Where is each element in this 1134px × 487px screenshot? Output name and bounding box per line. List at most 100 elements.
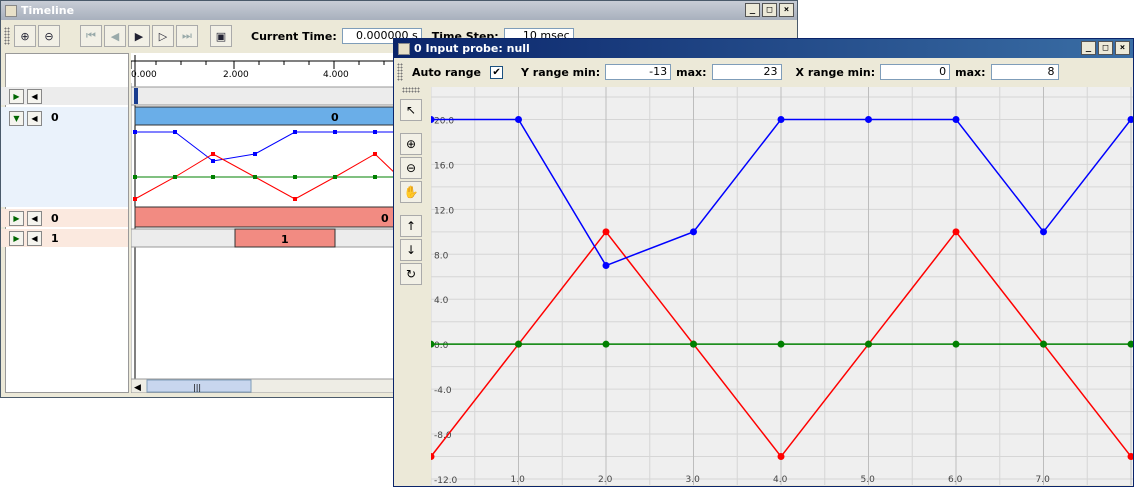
x-range-min-label: X range min: [795,65,876,79]
track-row-header: ▶ ◀ [1,87,128,105]
track-bar-0[interactable] [134,106,399,126]
data-point [777,340,785,348]
data-point [777,453,785,461]
minimize-button[interactable]: _ [745,3,760,17]
data-point [952,228,960,236]
y-tick-label: 4.0 [434,296,449,306]
data-point [952,340,960,348]
pan-hand-icon[interactable]: ✋ [400,181,422,203]
x-tick-label: 4.0 [773,475,788,485]
data-point [777,115,785,123]
rewind-start-icon[interactable]: ⏮ [80,25,102,47]
data-point [952,115,960,123]
x-tick-label: 5.0 [861,475,876,485]
playhead-marker[interactable] [134,88,138,104]
data-point [602,340,610,348]
auto-range-checkbox[interactable]: ✔ [490,65,504,79]
data-point [1040,228,1047,236]
track-row-probe-1: ▶ ◀ 1 [1,229,128,247]
svg-text:|||: ||| [193,383,201,392]
probe-plot[interactable]: 20.016.012.08.04.00.0-4.0-8.0-12.0 1.0 2.0… [431,87,1133,485]
java-icon [398,42,410,55]
x-tick-label: 1.0 [511,475,526,485]
track-bar-label: 0 [331,111,339,124]
ruler-tick-label: 4.000 [323,70,349,80]
x-range-min-field[interactable]: 0 [880,64,951,80]
data-point [1040,340,1047,348]
x-max-field[interactable]: 8 [990,64,1059,80]
y-tick-label: 8.0 [434,251,449,261]
close-button[interactable]: × [1115,41,1130,55]
y-range-min-field[interactable]: -13 [605,64,672,80]
probe-titlebar[interactable]: 0 Input probe: null _ □ × [394,39,1133,58]
move-down-icon[interactable]: ↓ [400,239,422,261]
timeline-title: Timeline [21,4,75,17]
data-point [602,262,610,270]
y-tick-label: 20.0 [434,116,454,126]
probe-side-toolbar: ↖ ⊕ ⊖ ✋ ↑ ↓ ↻ [394,85,430,485]
play-icon[interactable]: ▶ [128,25,150,47]
probe-window: 0 Input probe: null _ □ × Auto range ✔ Y… [393,38,1134,487]
data-point [690,340,697,348]
plot-background [431,87,1133,485]
y-tick-label: 16.0 [434,161,454,171]
maximize-button[interactable]: □ [762,3,777,17]
current-time-label: Current Time: [251,29,337,43]
timeline-titlebar[interactable]: Timeline _ □ × [1,1,797,20]
probe-bar-label: 0 [381,212,389,225]
select-arrow-icon[interactable]: ↖ [400,99,422,121]
data-point [865,115,872,123]
expand-icon[interactable]: ▶ [9,230,24,246]
expand-icon[interactable]: ▶ [9,88,24,104]
x-max-label: max: [955,65,986,79]
collapse-icon[interactable]: ▼ [9,111,24,126]
data-point [602,228,610,236]
data-point [515,340,522,348]
y-tick-label: 0.0 [434,341,449,351]
speaker-icon[interactable]: ◀ [27,230,42,246]
probe-bar-0[interactable] [134,206,399,228]
zoom-in-icon[interactable]: ⊕ [14,25,36,47]
probe-toolbar: Auto range ✔ Y range min: -13 max: 23 X … [394,61,1133,83]
track-row-0: ▼ ◀ 0 [1,107,128,207]
time-ruler[interactable]: 0.000 2.000 4.000 [131,53,399,83]
probe-bar-label: 1 [281,233,289,246]
move-up-icon[interactable]: ↑ [400,215,422,237]
zoom-out-icon[interactable]: ⊖ [38,25,60,47]
save-icon[interactable]: ▣ [210,25,232,47]
fast-forward-icon[interactable]: ⏭ [176,25,198,47]
auto-range-label: Auto range [412,65,482,79]
track-label: 0 [51,111,59,124]
y-tick-label: -4.0 [434,386,452,396]
zoom-in-icon[interactable]: ⊕ [400,133,422,155]
zoom-out-icon[interactable]: ⊖ [400,157,422,179]
toolbar-grip[interactable] [402,87,420,93]
close-button[interactable]: × [779,3,794,17]
data-point [690,228,697,236]
reset-icon[interactable]: ↻ [400,263,422,285]
expand-icon[interactable]: ▶ [9,210,24,226]
x-tick-label: 3.0 [686,475,701,485]
x-tick-label: 6.0 [948,475,963,485]
track-label: 0 [51,211,59,225]
y-max-label: max: [676,65,707,79]
java-icon [5,4,17,17]
speaker-icon[interactable]: ◀ [27,210,42,226]
timeline-tracks: 0.000 2.000 4.000 0 0 1 ◀ ||| [131,53,399,393]
toolbar-grip[interactable] [397,63,403,81]
ruler-tick-label: 2.000 [223,70,249,80]
step-forward-icon[interactable]: ▷ [152,25,174,47]
maximize-button[interactable]: □ [1098,41,1113,55]
toolbar-grip[interactable] [4,27,10,45]
svg-text:◀: ◀ [134,383,141,393]
data-point [865,340,872,348]
speaker-icon[interactable]: ◀ [27,88,42,104]
x-tick-label: 2.0 [598,475,613,485]
step-back-icon[interactable]: ◀ [104,25,126,47]
horizontal-scrollbar[interactable]: ◀ ||| [131,378,399,393]
y-max-field[interactable]: 23 [711,64,782,80]
track-label: 1 [51,231,59,245]
minimize-button[interactable]: _ [1081,41,1096,55]
data-point [515,115,522,123]
speaker-icon[interactable]: ◀ [27,111,42,126]
